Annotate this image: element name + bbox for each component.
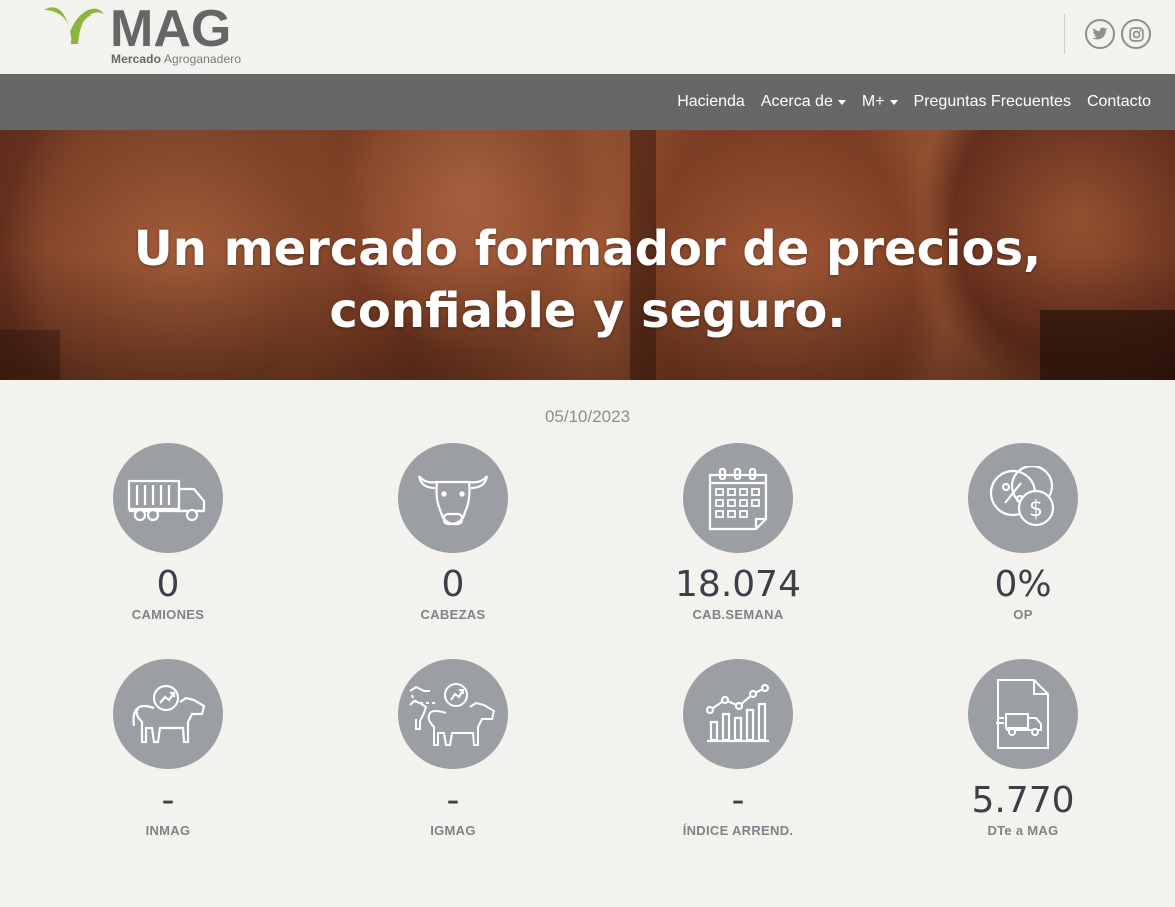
divider	[1064, 14, 1065, 54]
percent-dollar-icon: $	[989, 466, 1055, 527]
stat-inmag[interactable]: - INMAG	[68, 659, 268, 838]
stats-date: 05/10/2023	[544, 407, 631, 426]
twitter-link[interactable]	[1085, 19, 1115, 49]
nav-item-label: Acerca de	[760, 93, 833, 110]
stat-circle	[398, 443, 508, 553]
stat-circle	[113, 443, 223, 553]
nav-item-label: Preguntas Frecuentes	[913, 93, 1071, 110]
header: MAG Mercado Agroganadero	[0, 0, 1175, 74]
nav-item-label: Hacienda	[677, 93, 745, 110]
main-nav: Hacienda Acerca de M+ Preguntas Frecuent…	[0, 74, 1175, 130]
stat-label: ÍNDICE ARREND.	[682, 823, 794, 838]
stat-label: OP	[1013, 607, 1033, 622]
stat-circle	[683, 659, 793, 769]
stat-value: -	[446, 780, 460, 821]
stat-label: CAB.SEMANA	[692, 607, 784, 622]
stat-igmag[interactable]: - IGMAG	[353, 659, 553, 838]
nav-item-label: Contacto	[1086, 93, 1151, 110]
stat-indice-arrend[interactable]: - ÍNDICE ARREND.	[638, 659, 838, 838]
logo-subtitle-rest: Agroganadero	[161, 52, 242, 66]
stat-circle	[398, 659, 508, 769]
nav-item-acerca-de[interactable]: Acerca de	[761, 93, 846, 111]
stat-cabezas[interactable]: 0 CABEZAS	[353, 443, 553, 622]
stat-label: CAMIONES	[131, 607, 205, 622]
twitter-icon	[1092, 27, 1108, 40]
stat-label: INMAG	[145, 823, 191, 838]
stat-circle	[968, 659, 1078, 769]
instagram-icon	[1128, 26, 1144, 42]
stat-dte-a-mag[interactable]: 5.770 DTe a MAG	[923, 659, 1123, 838]
svg-text:$: $	[1029, 497, 1043, 522]
nav-item-preguntas-frecuentes[interactable]: Preguntas Frecuentes	[914, 93, 1071, 111]
logo-subtitle-bold: Mercado	[111, 52, 162, 66]
document-truck-icon	[996, 679, 1049, 749]
cows-trend-icon	[409, 683, 496, 746]
nav-item-contacto[interactable]: Contacto	[1087, 93, 1151, 111]
stat-value: 0	[156, 564, 180, 605]
nav-item-hacienda[interactable]: Hacienda	[677, 93, 745, 111]
social-links	[1064, 14, 1151, 54]
hero-title: Un mercado formador de precios, confiabl…	[133, 221, 1042, 339]
cow-trend-icon	[132, 684, 206, 744]
stat-label: CABEZAS	[420, 607, 486, 622]
stat-value: 0	[441, 564, 465, 605]
stat-op[interactable]: $ 0% OP	[923, 443, 1123, 622]
truck-icon	[127, 479, 206, 522]
stat-label: DTe a MAG	[987, 823, 1059, 838]
instagram-link[interactable]	[1121, 19, 1151, 49]
stat-circle	[113, 659, 223, 769]
stat-label: IGMAG	[430, 823, 476, 838]
calendar-icon	[708, 467, 768, 531]
stat-value: 5.770	[971, 780, 1075, 821]
nav-item-label: M+	[861, 93, 885, 110]
stat-value: -	[161, 780, 175, 821]
logo-subtitle: Mercado Agroganadero	[111, 52, 241, 66]
hero-banner: Un mercado formador de precios, confiabl…	[0, 130, 1175, 380]
cow-head-icon	[417, 475, 489, 526]
stat-value: 18.074	[675, 564, 801, 605]
stat-value: -	[731, 780, 745, 821]
stat-value: 0%	[994, 564, 1052, 605]
stats-grid: 0 CAMIONES 0 CABEZAS 18.074 CAB.SEMANA $…	[0, 431, 1175, 901]
caret-down-icon	[889, 100, 898, 105]
stat-cab-semana[interactable]: 18.074 CAB.SEMANA	[638, 443, 838, 622]
caret-down-icon	[837, 100, 846, 105]
stat-circle	[683, 443, 793, 553]
bar-chart-icon	[705, 684, 770, 743]
nav-item-m-plus[interactable]: M+	[862, 93, 898, 111]
svg-text:MAG: MAG	[110, 2, 231, 58]
stat-circle: $	[968, 443, 1078, 553]
stat-camiones[interactable]: 0 CAMIONES	[68, 443, 268, 622]
